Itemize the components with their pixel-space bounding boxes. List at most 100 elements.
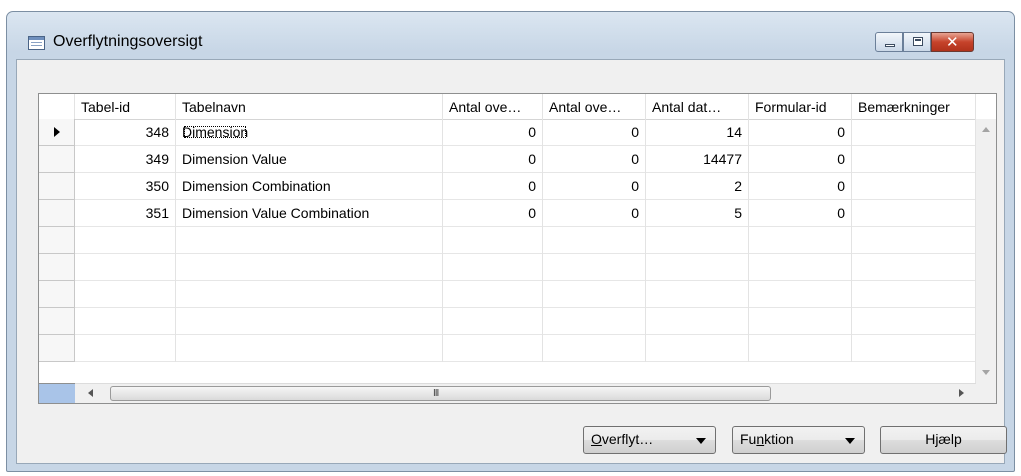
empty-cell[interactable] — [646, 281, 749, 308]
empty-row[interactable] — [39, 335, 976, 362]
empty-cell[interactable] — [443, 281, 543, 308]
empty-cell[interactable] — [176, 335, 443, 362]
empty-cell[interactable] — [176, 254, 443, 281]
cell-tabel-id[interactable]: 349 — [75, 146, 176, 173]
cell-antal-dat[interactable]: 2 — [646, 173, 749, 200]
empty-cell[interactable] — [543, 281, 646, 308]
empty-cell[interactable] — [75, 308, 176, 335]
cell-formular-id[interactable]: 0 — [749, 173, 852, 200]
empty-cell[interactable] — [852, 335, 976, 362]
empty-cell[interactable] — [646, 308, 749, 335]
scroll-left-icon[interactable] — [88, 389, 93, 397]
empty-cell[interactable] — [176, 281, 443, 308]
maximize-button[interactable] — [903, 32, 931, 52]
cell-tabelnavn[interactable]: Dimension Combination — [176, 173, 443, 200]
cell-tabel-id[interactable]: 351 — [75, 200, 176, 227]
cell-antal-dat[interactable]: 14 — [646, 119, 749, 146]
row-selector[interactable] — [39, 227, 75, 254]
empty-cell[interactable] — [75, 281, 176, 308]
column-header-antal-1[interactable]: Antal ove… — [443, 94, 543, 119]
column-header-bemaerkninger[interactable]: Bemærkninger — [852, 94, 976, 119]
cell-formular-id[interactable]: 0 — [749, 146, 852, 173]
cell-bemaerkninger[interactable] — [852, 146, 976, 173]
cell-antal-2[interactable]: 0 — [543, 173, 646, 200]
empty-cell[interactable] — [646, 335, 749, 362]
cell-antal-dat[interactable]: 14477 — [646, 146, 749, 173]
empty-cell[interactable] — [543, 335, 646, 362]
cell-antal-2[interactable]: 0 — [543, 200, 646, 227]
scrollbar-thumb[interactable]: III — [110, 386, 771, 401]
cell-bemaerkninger[interactable] — [852, 200, 976, 227]
cell-antal-2[interactable]: 0 — [543, 146, 646, 173]
cell-tabelnavn[interactable]: Dimension Value — [176, 146, 443, 173]
empty-row[interactable] — [39, 281, 976, 308]
cell-formular-id[interactable]: 0 — [749, 119, 852, 146]
empty-cell[interactable] — [75, 335, 176, 362]
cell-bemaerkninger[interactable] — [852, 119, 976, 146]
cell-antal-1[interactable]: 0 — [443, 119, 543, 146]
empty-cell[interactable] — [75, 227, 176, 254]
cell-tabelnavn[interactable]: Dimension — [176, 119, 443, 146]
empty-cell[interactable] — [852, 281, 976, 308]
cell-antal-1[interactable]: 0 — [443, 200, 543, 227]
empty-cell[interactable] — [543, 227, 646, 254]
row-selector[interactable] — [39, 200, 75, 227]
title-bar[interactable]: Overflytningsoversigt ✕ — [7, 12, 1014, 52]
empty-cell[interactable] — [749, 308, 852, 335]
empty-cell[interactable] — [646, 227, 749, 254]
scroll-up-icon[interactable] — [982, 127, 990, 132]
column-header-antal-2[interactable]: Antal ove… — [543, 94, 646, 119]
row-selector[interactable] — [39, 119, 75, 146]
empty-cell[interactable] — [749, 254, 852, 281]
empty-cell[interactable] — [543, 254, 646, 281]
horizontal-scrollbar[interactable]: III — [75, 383, 976, 403]
table-row[interactable]: 348 Dimension 0 0 14 0 — [39, 119, 976, 146]
column-header-tabel-id[interactable]: Tabel-id — [75, 94, 176, 119]
cell-tabel-id[interactable]: 350 — [75, 173, 176, 200]
table-row[interactable]: 350 Dimension Combination 0 0 2 0 — [39, 173, 976, 200]
cell-antal-dat[interactable]: 5 — [646, 200, 749, 227]
minimize-button[interactable] — [875, 32, 903, 52]
empty-cell[interactable] — [75, 254, 176, 281]
empty-cell[interactable] — [852, 308, 976, 335]
cell-tabel-id[interactable]: 348 — [75, 119, 176, 146]
row-selector[interactable] — [39, 254, 75, 281]
empty-cell[interactable] — [443, 227, 543, 254]
empty-cell[interactable] — [176, 227, 443, 254]
funktion-menu-button[interactable]: Funktion — [732, 426, 865, 454]
table-row[interactable]: 351 Dimension Value Combination 0 0 5 0 — [39, 200, 976, 227]
empty-row[interactable] — [39, 227, 976, 254]
scroll-right-icon[interactable] — [959, 389, 964, 397]
cell-tabelnavn[interactable]: Dimension Value Combination — [176, 200, 443, 227]
empty-cell[interactable] — [443, 308, 543, 335]
cell-antal-2[interactable]: 0 — [543, 119, 646, 146]
scroll-down-icon[interactable] — [982, 370, 990, 375]
empty-cell[interactable] — [543, 308, 646, 335]
empty-cell[interactable] — [749, 227, 852, 254]
help-button[interactable]: Hjælp — [880, 426, 1007, 454]
empty-cell[interactable] — [852, 254, 976, 281]
empty-cell[interactable] — [749, 281, 852, 308]
empty-cell[interactable] — [176, 308, 443, 335]
overflyt-menu-button[interactable]: Overflyt… — [583, 426, 716, 454]
column-header-formular-id[interactable]: Formular-id — [749, 94, 852, 119]
column-header-tabelnavn[interactable]: Tabelnavn — [176, 94, 443, 119]
cell-bemaerkninger[interactable] — [852, 173, 976, 200]
row-selector[interactable] — [39, 173, 75, 200]
row-selector[interactable] — [39, 146, 75, 173]
empty-row[interactable] — [39, 308, 976, 335]
empty-cell[interactable] — [749, 335, 852, 362]
vertical-scrollbar[interactable] — [975, 119, 996, 383]
empty-cell[interactable] — [852, 227, 976, 254]
close-button[interactable]: ✕ — [931, 32, 974, 52]
empty-row[interactable] — [39, 254, 976, 281]
cell-formular-id[interactable]: 0 — [749, 200, 852, 227]
cell-antal-1[interactable]: 0 — [443, 173, 543, 200]
row-selector[interactable] — [39, 281, 75, 308]
table-row[interactable]: 349 Dimension Value 0 0 14477 0 — [39, 146, 976, 173]
empty-cell[interactable] — [646, 254, 749, 281]
column-header-antal-dat[interactable]: Antal dat… — [646, 94, 749, 119]
cell-antal-1[interactable]: 0 — [443, 146, 543, 173]
row-selector[interactable] — [39, 335, 75, 362]
empty-cell[interactable] — [443, 335, 543, 362]
